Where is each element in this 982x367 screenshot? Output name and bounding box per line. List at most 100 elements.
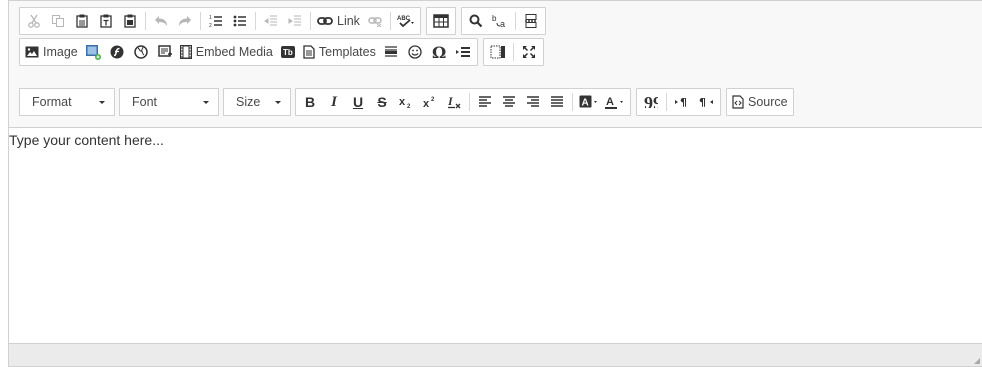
remove-format-button[interactable]: I <box>442 90 466 114</box>
youtube-icon: Tb <box>280 46 295 58</box>
insert-group: Image Embed Media Tb Templates Ω <box>19 38 478 66</box>
table-icon <box>433 14 449 28</box>
cut-button[interactable] <box>22 9 46 33</box>
show-blocks-button[interactable] <box>486 40 510 64</box>
editor-content-area[interactable]: Type your content here... <box>9 128 982 343</box>
link-button[interactable]: Link <box>314 9 363 33</box>
align-left-button[interactable] <box>473 90 497 114</box>
paste-word-icon <box>124 14 136 28</box>
toolbar-row-3: Format Font Size B I U S x2 x2 I A A 99 … <box>19 88 982 116</box>
image-button[interactable]: Image <box>22 40 81 64</box>
image-label: Image <box>43 45 78 59</box>
replace-button[interactable]: ba <box>488 9 512 33</box>
bulleted-list-icon <box>233 15 246 27</box>
indent-button[interactable] <box>283 9 307 33</box>
background-color-icon: A <box>579 95 597 109</box>
special-char-button[interactable]: Ω <box>427 40 451 64</box>
align-center-icon <box>503 96 515 107</box>
paste-text-button[interactable] <box>94 9 118 33</box>
svg-text:x: x <box>399 96 406 108</box>
table-button[interactable] <box>429 9 453 33</box>
editor-toolbar: 12 Link ABC b a Image Embed Media Tb Tem… <box>9 1 982 128</box>
text-color-button[interactable]: A <box>602 90 628 114</box>
text-direction-rtl-button[interactable]: ¶ <box>694 90 718 114</box>
youtube-button[interactable]: Tb <box>276 40 300 64</box>
spellcheck-button[interactable]: ABC <box>394 9 418 33</box>
source-button[interactable]: Source <box>729 90 791 114</box>
flash-icon <box>110 45 124 59</box>
chevron-down-icon <box>203 100 209 104</box>
resize-handle[interactable] <box>974 358 980 364</box>
page-break-button[interactable] <box>519 9 543 33</box>
svg-text:A: A <box>582 98 589 109</box>
italic-button[interactable]: I <box>322 90 346 114</box>
align-right-button[interactable] <box>521 90 545 114</box>
image-icon <box>25 46 39 58</box>
undo-icon <box>155 16 167 26</box>
svg-text:Tb: Tb <box>283 48 293 57</box>
subscript-button[interactable]: x2 <box>394 90 418 114</box>
paste-word-button[interactable] <box>118 9 142 33</box>
div-container-button[interactable] <box>153 40 177 64</box>
text-style-group: B I U S x2 x2 I A A <box>295 88 631 116</box>
justify-icon <box>551 96 563 107</box>
align-center-button[interactable] <box>497 90 521 114</box>
blockquote-icon: 99 <box>644 96 658 108</box>
link-label: Link <box>337 14 360 28</box>
text-direction-ltr-button[interactable]: ¶ <box>670 90 694 114</box>
iframe-button[interactable] <box>129 40 153 64</box>
toolbar-row-2: Image Embed Media Tb Templates Ω <box>19 38 982 66</box>
align-left-icon <box>479 96 491 107</box>
numbered-list-button[interactable]: 12 <box>204 9 228 33</box>
bold-button[interactable]: B <box>298 90 322 114</box>
flash-button[interactable] <box>105 40 129 64</box>
maximize-button[interactable] <box>517 40 541 64</box>
div-container-icon <box>158 45 172 57</box>
undo-button[interactable] <box>149 9 173 33</box>
background-color-button[interactable]: A <box>576 90 602 114</box>
svg-text:Ω: Ω <box>432 44 446 60</box>
templates-button[interactable]: Templates <box>300 40 379 64</box>
svg-text:2: 2 <box>431 97 435 103</box>
page-break-insert-button[interactable] <box>451 40 475 64</box>
separator <box>666 93 667 111</box>
maximize-icon <box>522 46 535 58</box>
svg-text:2: 2 <box>407 104 411 109</box>
copy-button[interactable] <box>46 9 70 33</box>
bulleted-list-button[interactable] <box>228 9 252 33</box>
underline-button[interactable]: U <box>346 90 370 114</box>
smiley-button[interactable] <box>403 40 427 64</box>
blockquote-button[interactable]: 99 <box>639 90 663 114</box>
text-color-icon: A <box>605 96 623 109</box>
view-group <box>482 38 544 66</box>
indent-icon <box>288 15 301 26</box>
outdent-icon <box>264 15 277 26</box>
horizontal-line-button[interactable] <box>379 40 403 64</box>
redo-button[interactable] <box>173 9 197 33</box>
unlink-button[interactable] <box>363 9 387 33</box>
insert-break-icon <box>455 47 470 57</box>
image-manager-button[interactable] <box>81 40 105 64</box>
paste-text-icon <box>100 14 112 28</box>
superscript-icon: x2 <box>423 97 435 109</box>
superscript-button[interactable]: x2 <box>418 90 442 114</box>
justify-button[interactable] <box>545 90 569 114</box>
format-dropdown[interactable]: Format <box>19 88 115 116</box>
find-button[interactable] <box>464 9 488 33</box>
separator <box>389 12 391 30</box>
embed-media-label: Embed Media <box>195 45 273 59</box>
svg-text:¶: ¶ <box>699 96 706 108</box>
outdent-button[interactable] <box>259 9 283 33</box>
spellcheck-icon: ABC <box>397 16 414 28</box>
strikethrough-button[interactable]: S <box>370 90 394 114</box>
paste-button[interactable] <box>70 9 94 33</box>
svg-text:x: x <box>423 98 430 109</box>
embed-media-button[interactable]: Embed Media <box>177 40 276 64</box>
format-label: Format <box>32 95 72 109</box>
clipboard-group: 12 Link ABC <box>19 7 421 35</box>
size-dropdown[interactable]: Size <box>223 88 291 116</box>
size-label: Size <box>236 95 261 109</box>
font-dropdown[interactable]: Font <box>119 88 219 116</box>
ltr-icon: ¶ <box>675 96 687 108</box>
separator <box>145 12 146 30</box>
